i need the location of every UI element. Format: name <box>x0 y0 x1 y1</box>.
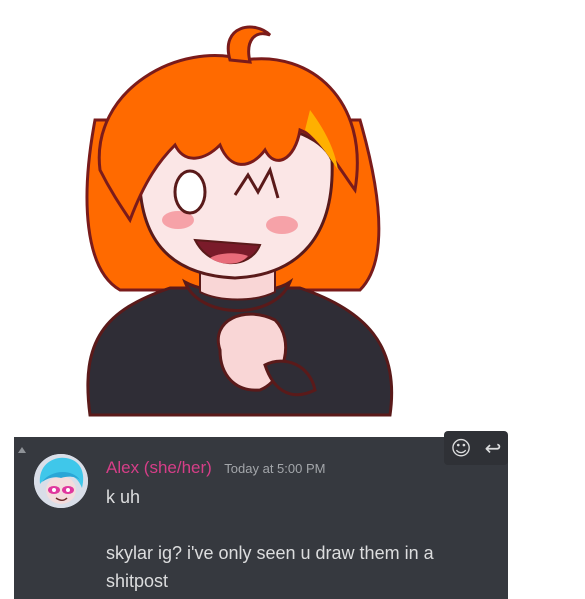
message-toolbar: ☺ ↩ <box>444 431 508 465</box>
message-line: shitpost <box>106 571 169 591</box>
right-cheek <box>266 216 298 234</box>
avatar[interactable] <box>34 454 88 508</box>
timestamp: Today at 5:00 PM <box>224 461 326 476</box>
character-artwork <box>85 25 394 417</box>
hair-ahoge <box>226 25 272 64</box>
add-reaction-icon[interactable]: ☺ <box>451 436 472 460</box>
message-line: skylar ig? i've only seen u draw them in… <box>106 543 434 563</box>
message-header: Alex (she/her) Today at 5:00 PM <box>106 458 325 478</box>
message-line: k uh <box>106 487 141 507</box>
chat-message-panel: Alex (she/her) Today at 5:00 PM k uh sky… <box>14 431 508 599</box>
screenshot-page: Alex (she/her) Today at 5:00 PM k uh sky… <box>0 0 585 599</box>
avatar-image <box>34 454 88 508</box>
left-eye <box>173 169 207 215</box>
username[interactable]: Alex (she/her) <box>106 458 212 477</box>
corner-marker <box>18 447 26 453</box>
reply-arrow-icon[interactable]: ↩ <box>485 436 502 460</box>
